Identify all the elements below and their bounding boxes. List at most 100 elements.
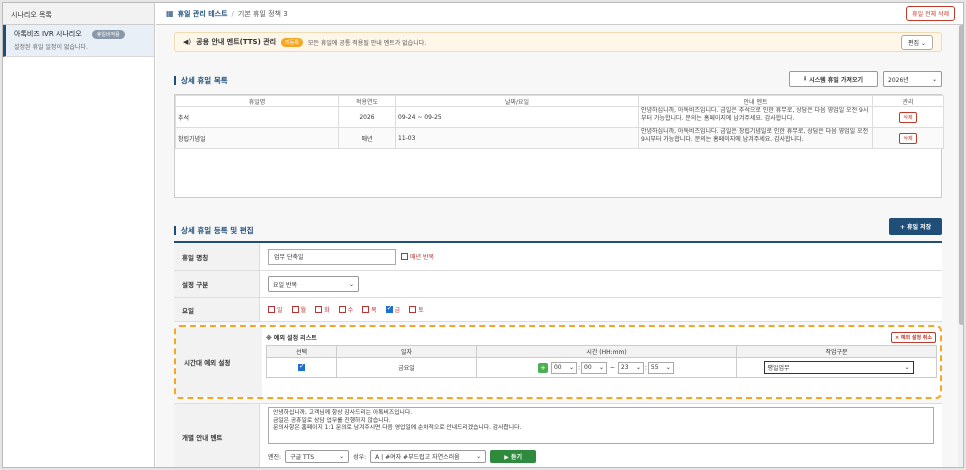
col-header: 안내 멘트 [638,95,873,107]
delete-row-button[interactable]: 삭제 [899,132,917,144]
checkbox[interactable] [268,306,275,313]
edit-label: 편집 [908,39,920,47]
day-row: 요일 일 월 화 수 목 금 토 [174,298,942,322]
voice-label: 성우: [353,454,367,461]
select-checkbox[interactable] [298,362,305,371]
type-row: 설정 구분 요일 반복 ⌄ [174,271,942,298]
exception-list-title: ※ 예외 설정 리스트 [266,334,317,342]
table-row[interactable]: 창립기념일 매년 11-03 안녕하십니까, 아톡비즈입니다. 금일은 창립기념… [175,127,944,149]
ment-line: 금일은 공휴일로 상담 업무를 진행하지 않습니다. [273,417,391,424]
day-text: 일 [277,307,283,314]
work-type-value: 평일업무 [767,365,790,372]
checkbox[interactable] [409,306,417,313]
day-text: 금 [394,307,401,314]
table-header: 휴일명 적용연도 날짜/요일 안내 멘트 관리 [175,95,944,107]
engine-label: 엔진: [268,454,282,461]
chevron-down-icon: ⌄ [904,364,910,371]
holiday-name-input[interactable]: 업무 단축일 [268,248,396,265]
year-select[interactable]: 2026년 ⌄ [883,71,942,87]
exception-table: 선택 일자 시간 (HH:mm) 작업구분 금요일 + 00⌄:00⌄ ~ 23… [266,345,937,378]
chevron-down-icon: ⌄ [339,453,345,460]
scrollbar-thumb[interactable] [959,25,963,325]
cancel-exception-button[interactable]: × 예외 설정 취소 [890,331,936,343]
import-label: 시스템 휴일 가져오기 [809,76,863,84]
notice-title: 공용 안내 멘트(TTS) 관리 [196,38,277,46]
title-bar [174,76,176,85]
delete-row-button[interactable]: 삭제 [899,111,917,123]
type-select[interactable]: 요일 반복 ⌄ [268,276,359,292]
end-hour: 23 [620,364,629,371]
title-bar [174,226,176,235]
scenario-subtitle: 설정된 휴일 일정이 없습니다. [14,44,88,51]
engine-select[interactable]: 구글 TTS ⌄ [285,450,350,463]
import-system-holidays-button[interactable]: ⭳ 시스템 휴일 가져오기 [789,71,878,87]
checkbox[interactable] [338,306,346,313]
add-icon[interactable]: + [538,362,549,373]
col-header: 시간 (HH:mm) [476,345,737,358]
holiday-year: 매년 [338,127,396,149]
checkbox[interactable] [362,306,370,313]
day-text: 수 [347,307,354,314]
start-minute: 00 [584,364,592,371]
voice-select[interactable]: A | #여자 #부드럽고 자연스러움 ⌄ [370,450,487,463]
day-text: 토 [418,307,424,314]
day-checkbox-wed[interactable]: 수 [338,305,354,314]
edit-button[interactable]: 편집 ⌄ [901,34,933,50]
engine-value: 구글 TTS [290,454,315,461]
page-title: 휴일 관리 테스트 [177,9,228,18]
work-type-select[interactable]: 평일업무 ⌄ [763,361,914,374]
status-badge: 미등록 [281,37,303,47]
day-checkbox-mon[interactable]: 월 [291,305,306,314]
main-panel: ▦ 휴일 관리 테스트 / 기본 휴일 정책 3 휴일 전체 삭제 ◀) 공용 … [156,3,963,467]
checkbox[interactable] [315,306,323,313]
end-minute: 55 [650,364,659,371]
day-checkbox-sat[interactable]: 토 [409,305,424,314]
chevron-down-icon: ⌄ [598,364,605,371]
list-section-title: 상세 휴일 목록 [174,75,228,86]
col-header: 관리 [872,95,944,107]
sidebar-item-scenario[interactable]: 아톡비즈 IVR 시나리오 휴일비적용 설정된 휴일 일정이 없습니다. [3,25,154,57]
table-row[interactable]: 추석 2026 09-24 ~ 09-25 안녕하십니까, 아톡비즈입니다. 금… [175,106,944,128]
end-hour-select[interactable]: 23 ⌄ [617,361,644,374]
day-checkbox-sun[interactable]: 일 [268,305,283,314]
scrollbar[interactable] [958,25,963,467]
form-title-text: 상세 휴일 등록 및 편집 [181,226,254,235]
holiday-year: 2026 [338,106,396,128]
play-button[interactable]: ▶ 듣기 [490,450,537,463]
exception-label: 시간대 예외 설정 [176,327,262,397]
breadcrumb-separator: / [231,9,234,18]
start-hour-select[interactable]: 00 ⌄ [550,361,577,374]
day-checkbox-fri[interactable]: 금 [385,304,401,314]
day-label: 요일 [174,298,260,321]
ment-label: 개별 안내 멘트 [174,404,260,467]
end-minute-select[interactable]: 55 ⌄ [647,361,674,374]
chevron-down-icon: ⌄ [931,75,937,83]
checkbox[interactable] [385,304,393,313]
save-holiday-button[interactable]: + 휴일 저장 [889,218,942,235]
type-label: 설정 구분 [174,271,260,297]
start-hour: 00 [553,364,562,371]
ment-line: 문의사항은 홈페이지 1:1 문의로 남겨주시면 다음 영업일에 순차적으로 안… [273,425,522,431]
day-text: 목 [371,307,377,314]
day-checkbox-thu[interactable]: 목 [362,305,377,314]
table-header: 선택 일자 시간 (HH:mm) 작업구분 [266,345,937,358]
repeat-label: 매년 반복 [410,254,434,261]
ment-textarea[interactable]: 안녕하십니까, 고객님께 항상 감사드리는 아톡비즈입니다. 금일은 공휴일로 … [268,407,934,444]
name-label: 휴일 명칭 [174,243,260,270]
calendar-icon: ▦ [166,9,174,18]
exception-header: ※ 예외 설정 리스트 × 예외 설정 취소 [266,331,936,343]
exception-panel: 시간대 예외 설정 ※ 예외 설정 리스트 × 예외 설정 취소 선택 일자 시… [174,325,942,399]
day-text: 화 [324,307,330,314]
day-checkbox-tue[interactable]: 화 [315,305,330,314]
checkbox[interactable] [401,253,408,260]
year-value: 2026년 [888,76,909,84]
checkbox[interactable] [291,306,299,313]
download-icon: ⭳ [804,75,807,82]
scenario-title: 아톡비즈 IVR 시나리오 [14,30,82,38]
delete-all-button[interactable]: 휴일 전체 삭제 [906,6,955,21]
list-title-text: 상세 휴일 목록 [181,76,228,85]
holiday-ment: 안녕하십니까, 아톡비즈입니다. 금일은 추석으로 인한 휴무로, 상담은 다음… [641,107,869,123]
col-header: 적용연도 [338,95,396,107]
start-minute-select[interactable]: 00 ⌄ [581,361,608,374]
repeat-checkbox[interactable]: 매년 반복 [401,252,434,261]
